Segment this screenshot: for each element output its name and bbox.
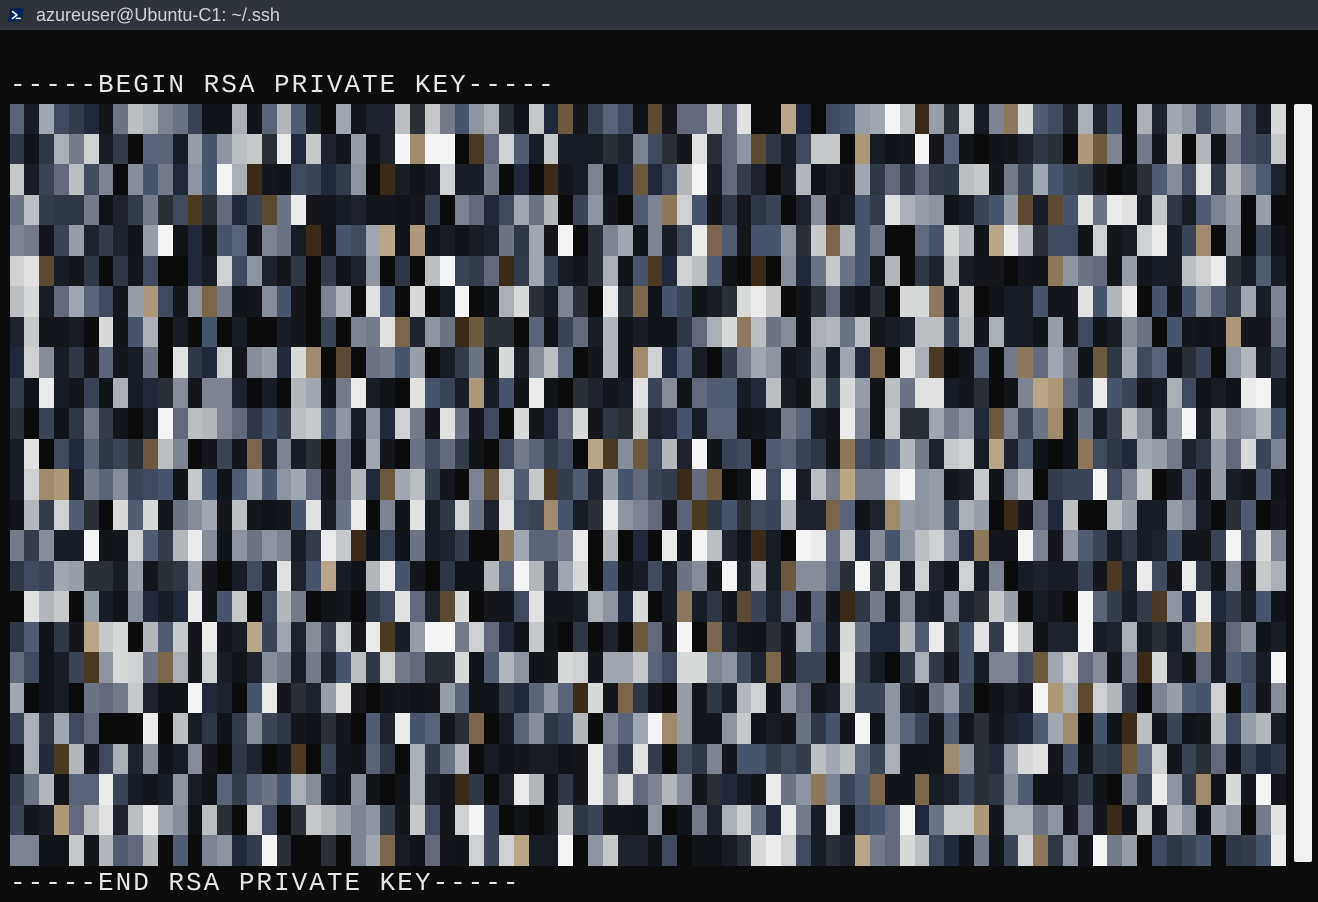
terminal-viewport[interactable]: -----BEGIN RSA PRIVATE KEY----- -----END… bbox=[0, 30, 1318, 902]
window-title: azureuser@Ubuntu-C1: ~/.ssh bbox=[36, 5, 280, 26]
vertical-scrollbar[interactable] bbox=[1294, 104, 1312, 862]
powershell-icon bbox=[8, 6, 26, 24]
key-begin-marker: -----BEGIN RSA PRIVATE KEY----- bbox=[0, 70, 556, 100]
redaction-mosaic bbox=[10, 104, 1286, 866]
window-titlebar: azureuser@Ubuntu-C1: ~/.ssh bbox=[0, 0, 1318, 30]
key-end-marker: -----END RSA PRIVATE KEY----- bbox=[0, 868, 520, 898]
key-body-redacted bbox=[10, 104, 1286, 866]
